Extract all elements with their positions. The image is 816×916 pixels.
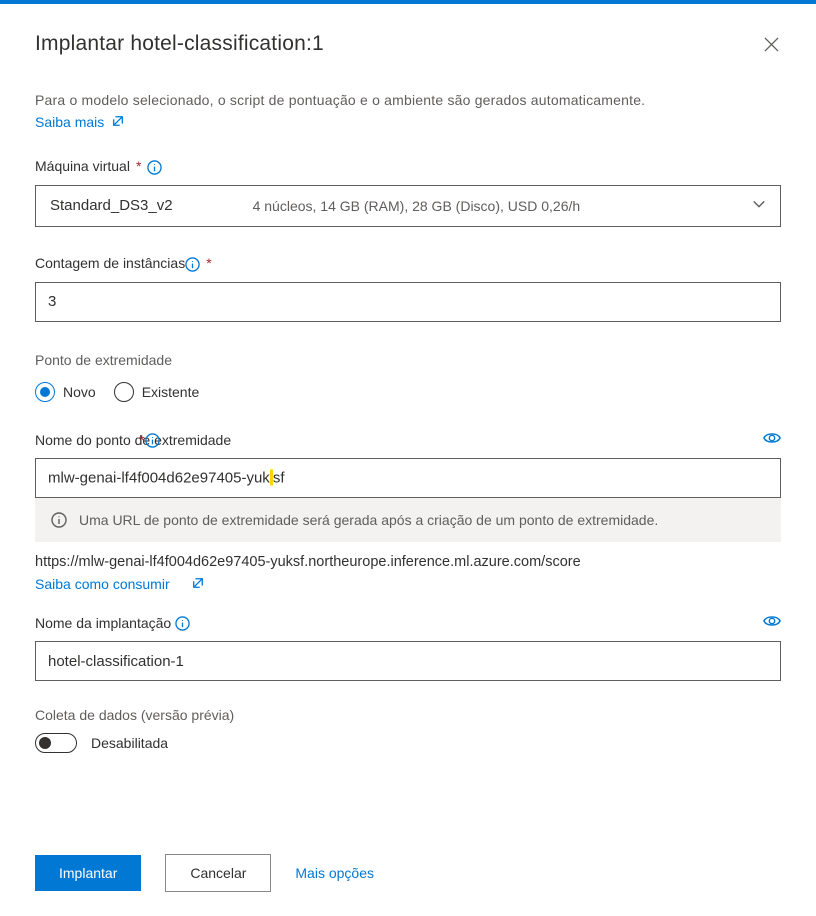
deployment-name-label: Nome da implantação (35, 615, 171, 631)
info-icon[interactable] (185, 255, 200, 272)
data-collection-state: Desabilitada (91, 735, 168, 751)
data-collection-label: Coleta de dados (versão prévia) (35, 707, 781, 723)
learn-more-link[interactable]: Saiba mais (35, 114, 124, 130)
info-icon[interactable] (145, 432, 160, 449)
endpoint-name-label-row: Nome do ponto de extremidade * (35, 432, 781, 449)
eye-icon (763, 429, 781, 447)
close-button[interactable] (761, 34, 781, 54)
more-options-link[interactable]: Mais opções (295, 865, 374, 881)
endpoint-info-text: Uma URL de ponto de extremidade será ger… (79, 512, 658, 528)
endpoint-radio-group: Novo Existente (35, 382, 781, 402)
endpoint-section-label: Ponto de extremidade (35, 352, 781, 368)
cancel-button[interactable]: Cancelar (165, 854, 271, 892)
deployment-name-label-row: Nome da implantação (35, 614, 781, 631)
close-icon (764, 37, 779, 52)
preview-eye-button[interactable] (763, 429, 781, 450)
instance-count-label: Contagem de instâncias (35, 255, 185, 271)
vm-select[interactable]: Standard_DS3_v2 4 núcleos, 14 GB (RAM), … (35, 185, 781, 227)
deploy-button[interactable]: Implantar (35, 855, 141, 891)
external-link-icon (112, 114, 124, 130)
consume-link-label: Saiba como consumir (35, 576, 170, 592)
radio-existing-label: Existente (142, 384, 200, 400)
vm-label: Máquina virtual (35, 158, 130, 174)
toggle-knob (39, 737, 51, 749)
radio-existing[interactable]: Existente (114, 382, 200, 402)
preview-eye-button[interactable] (763, 612, 781, 633)
page-title: Implantar hotel-classification:1 (35, 32, 324, 56)
radio-circle (114, 382, 134, 402)
learn-more-label: Saiba mais (35, 114, 104, 130)
endpoint-name-input[interactable] (35, 458, 781, 498)
endpoint-info-banner: Uma URL de ponto de extremidade será ger… (35, 498, 781, 542)
instance-count-required-star: * (206, 255, 211, 271)
chevron-down-icon (752, 197, 766, 214)
description-text: Para o modelo selecionado, o script de p… (35, 90, 781, 110)
eye-icon (763, 612, 781, 630)
radio-circle-selected (35, 382, 55, 402)
info-icon (51, 512, 67, 528)
radio-new-label: Novo (63, 384, 96, 400)
data-collection-toggle[interactable] (35, 733, 77, 753)
endpoint-name-label: Nome do ponto de extremidade (35, 432, 231, 448)
external-link-icon (192, 576, 204, 592)
vm-selected-spec: 4 núcleos, 14 GB (RAM), 28 GB (Disco), U… (173, 198, 752, 214)
radio-new[interactable]: Novo (35, 382, 96, 402)
endpoint-url: https://mlw-genai-lf4f004d62e97405-yuksf… (35, 554, 781, 570)
vm-selected-name: Standard_DS3_v2 (50, 197, 173, 214)
instance-count-label-row: Contagem de instâncias * (35, 255, 781, 272)
vm-required-star: * (136, 158, 141, 174)
vm-label-row: Máquina virtual * (35, 158, 781, 175)
info-icon[interactable] (147, 158, 162, 175)
info-icon[interactable] (175, 614, 190, 631)
instance-count-input[interactable] (35, 282, 781, 322)
deployment-name-input[interactable] (35, 641, 781, 681)
consume-link[interactable]: Saiba como consumir (35, 576, 170, 592)
